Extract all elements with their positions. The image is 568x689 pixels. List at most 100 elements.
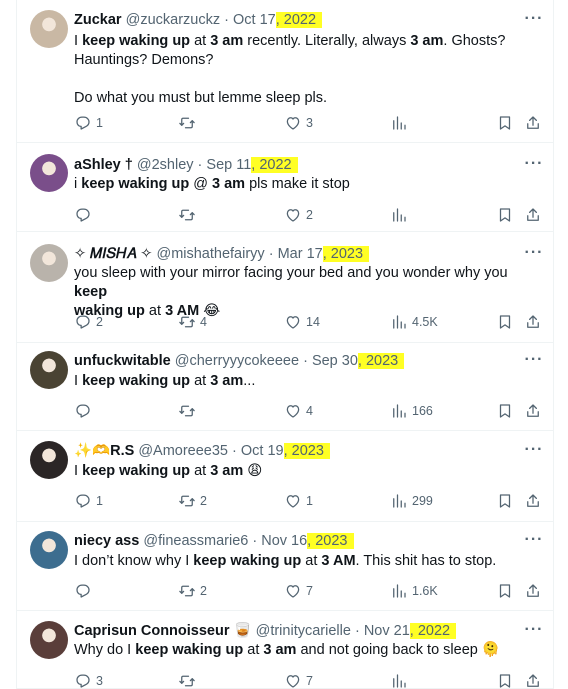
- tweet-date[interactable]: Sep 30: [312, 353, 358, 369]
- like-button[interactable]: 14: [284, 312, 320, 332]
- retweet-button[interactable]: 2: [178, 581, 207, 601]
- avatar[interactable]: [30, 441, 68, 479]
- tweet-text-line: Hauntings? Demons?: [74, 51, 524, 70]
- bookmark-button[interactable]: [496, 205, 514, 225]
- reply-icon: [74, 114, 92, 132]
- share-button[interactable]: [524, 205, 542, 225]
- avatar[interactable]: [30, 531, 68, 569]
- display-name[interactable]: unfuckwitable: [74, 353, 171, 369]
- user-handle[interactable]: @2shley: [137, 157, 194, 173]
- bookmark-button[interactable]: [496, 113, 514, 133]
- more-icon[interactable]: ···: [524, 622, 544, 643]
- tweet-date[interactable]: Mar 17: [278, 246, 323, 262]
- views-button[interactable]: [390, 671, 412, 689]
- avatar[interactable]: [30, 351, 68, 389]
- display-name[interactable]: Caprisun Connoisseur 🥃: [74, 623, 252, 639]
- share-button[interactable]: [524, 312, 542, 332]
- avatar[interactable]: [30, 10, 68, 48]
- tweet[interactable]: ✧ 𝑀𝐼𝑆𝐻𝐴 ✧ @mishathefairyy · Mar 17, 2023…: [16, 232, 554, 343]
- user-handle[interactable]: @Amoreee35: [138, 443, 228, 459]
- retweet-button[interactable]: [178, 205, 200, 225]
- user-handle[interactable]: @trinitycarielle: [256, 623, 351, 639]
- retweet-icon: [178, 114, 196, 132]
- tweet-text-line: Do what you must but lemme sleep pls.: [74, 89, 524, 108]
- tweet-text-segment: 😩: [243, 463, 263, 479]
- avatar[interactable]: [30, 621, 68, 659]
- tweet-text-segment: . Ghosts?: [443, 33, 506, 49]
- display-name[interactable]: niecy ass: [74, 533, 139, 549]
- more-icon[interactable]: ···: [524, 156, 544, 177]
- like-button[interactable]: 3: [284, 113, 313, 133]
- tweet-date[interactable]: Nov 21: [364, 623, 410, 639]
- reply-button[interactable]: 2: [74, 312, 103, 332]
- tweet-date[interactable]: Nov 16: [261, 533, 307, 549]
- display-name[interactable]: ✧ 𝑀𝐼𝑆𝐻𝐴 ✧: [74, 246, 152, 262]
- avatar[interactable]: [30, 154, 68, 192]
- bookmark-button[interactable]: [496, 312, 514, 332]
- tweet[interactable]: niecy ass @fineassmarie6 · Nov 16, 2023 ·…: [16, 522, 554, 611]
- more-icon[interactable]: ···: [524, 532, 544, 553]
- like-button[interactable]: 1: [284, 491, 313, 511]
- bookmark-button[interactable]: [496, 671, 514, 689]
- views-button[interactable]: [390, 205, 412, 225]
- views-button[interactable]: 299: [390, 491, 433, 511]
- tweet[interactable]: aShley † @2shley · Sep 11, 2022 ··· i keep…: [16, 143, 554, 232]
- tweet-date[interactable]: Sep 11: [206, 157, 251, 173]
- reply-button[interactable]: [74, 581, 96, 601]
- tweet[interactable]: Caprisun Connoisseur 🥃 @trinitycarielle …: [16, 611, 554, 689]
- like-button[interactable]: 7: [284, 581, 313, 601]
- highlighted-year: , 2023: [357, 353, 405, 369]
- tweet-date[interactable]: Oct 17: [233, 12, 276, 28]
- views-button[interactable]: 166: [390, 401, 433, 421]
- reply-button[interactable]: [74, 205, 96, 225]
- reply-button[interactable]: 1: [74, 113, 103, 133]
- bookmark-button[interactable]: [496, 491, 514, 511]
- views-icon: [390, 402, 408, 420]
- avatar[interactable]: [30, 244, 68, 282]
- bookmark-button[interactable]: [496, 581, 514, 601]
- retweet-icon: [178, 206, 196, 224]
- more-icon[interactable]: ···: [524, 352, 544, 373]
- user-handle[interactable]: @fineassmarie6: [143, 533, 248, 549]
- like-button[interactable]: 4: [284, 401, 313, 421]
- tweet-date[interactable]: Oct 19: [241, 443, 284, 459]
- replies-count: 2: [96, 315, 103, 329]
- reply-button[interactable]: 1: [74, 491, 103, 511]
- retweet-button[interactable]: 2: [178, 491, 207, 511]
- share-button[interactable]: [524, 401, 542, 421]
- bookmark-button[interactable]: [496, 401, 514, 421]
- display-name[interactable]: ✨🫶R.S: [74, 443, 134, 459]
- views-button[interactable]: [390, 113, 412, 133]
- share-button[interactable]: [524, 113, 542, 133]
- share-button[interactable]: [524, 491, 542, 511]
- tweet-text-segment: pls make it stop: [245, 176, 350, 192]
- more-icon[interactable]: ···: [524, 245, 544, 266]
- separator-dot: ·: [264, 246, 278, 262]
- more-icon[interactable]: ···: [524, 442, 544, 463]
- tweet-actions: 4 166: [74, 401, 546, 421]
- tweet[interactable]: Zuckar @zuckarzuckz · Oct 17, 2022 ··· I k…: [16, 0, 554, 143]
- views-button[interactable]: 1.6K: [390, 581, 438, 601]
- reply-button[interactable]: [74, 401, 96, 421]
- retweet-button[interactable]: [178, 671, 200, 689]
- user-handle[interactable]: @cherryyycokeeee: [175, 353, 299, 369]
- like-button[interactable]: 7: [284, 671, 313, 689]
- more-icon[interactable]: ···: [524, 11, 544, 32]
- like-button[interactable]: 2: [284, 205, 313, 225]
- tweet[interactable]: unfuckwitable @cherryyycokeeee · Sep 30,…: [16, 343, 554, 431]
- share-button[interactable]: [524, 671, 542, 689]
- user-handle[interactable]: @mishathefairyy: [156, 246, 264, 262]
- tweet[interactable]: ✨🫶R.S @Amoreee35 · Oct 19, 2023 ··· I keep…: [16, 431, 554, 522]
- share-button[interactable]: [524, 581, 542, 601]
- retweet-button[interactable]: [178, 113, 200, 133]
- display-name[interactable]: aShley †: [74, 157, 133, 173]
- views-button[interactable]: 4.5K: [390, 312, 438, 332]
- user-handle[interactable]: @zuckarzuckz: [126, 12, 221, 28]
- highlighted-year: , 2023: [283, 443, 330, 459]
- share-icon: [524, 313, 542, 331]
- display-name[interactable]: Zuckar: [74, 12, 122, 28]
- tweet-text-segment: you sleep with your mirror facing your b…: [74, 265, 508, 281]
- retweet-button[interactable]: [178, 401, 200, 421]
- reply-button[interactable]: 3: [74, 671, 103, 689]
- retweet-button[interactable]: 4: [178, 312, 207, 332]
